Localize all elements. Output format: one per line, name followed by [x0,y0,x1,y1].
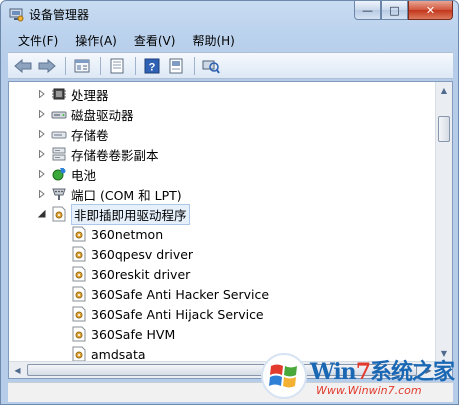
driver-file-icon [71,306,87,322]
scroll-left-arrow-icon[interactable]: ◀ [9,362,26,378]
help-icon[interactable]: ? [141,56,163,76]
tree-category-label: 处理器 [71,87,109,103]
vertical-scroll-thumb[interactable] [438,116,450,142]
tree-driver-label: 360reskit driver [91,266,191,282]
vertical-scrollbar[interactable]: ▲ ▼ [435,82,452,362]
tree-driver-label: 360Safe Anti Hacker Service [91,286,270,302]
menu-action[interactable]: 操作(A) [65,32,124,49]
menu-help[interactable]: 帮助(H) [182,32,241,49]
svg-text:?: ? [149,61,156,73]
device-tree-pane[interactable]: 处理器 磁盘驱动器 存储卷 存储卷卷影副本 电池 端口 (COM 和 LPT) … [8,81,453,379]
toolbar-separator [65,56,66,75]
collapse-arrow-icon[interactable] [37,209,47,219]
window-title: 设备管理器 [29,8,90,22]
storage-volume-icon [51,126,67,142]
toolbar-separator [135,56,136,75]
port-icon [51,186,67,202]
scan-hardware-icon[interactable] [200,56,222,76]
device-tree: 处理器 磁盘驱动器 存储卷 存储卷卷影副本 电池 端口 (COM 和 LPT) … [9,82,437,362]
scroll-up-arrow-icon[interactable]: ▲ [436,82,452,99]
close-button[interactable]: ✕ [408,1,453,20]
tree-driver-item[interactable]: 360qpesv driver [71,244,193,264]
maximize-button[interactable]: □ [381,1,408,20]
disk-drive-icon [51,106,67,122]
tree-driver-item[interactable]: 360netmon [71,224,163,244]
tree-driver-item[interactable]: 360Safe Anti Hacker Service [71,284,269,304]
toolbar: ? [8,52,453,79]
watermark-brand: Win7系统之家 [310,359,455,385]
minimize-button[interactable]: — [354,1,381,20]
expand-arrow-icon[interactable] [37,129,47,139]
expand-arrow-icon[interactable] [37,149,47,159]
tree-driver-label: 360Safe Anti Hijack Service [91,306,264,322]
tree-driver-label: amdsata [91,346,146,362]
shadow-copy-icon [51,146,67,162]
device-manager-app-icon [8,6,24,22]
toolbar-separator [194,56,195,75]
tree-category-label: 磁盘驱动器 [71,107,134,123]
title-bar[interactable]: 设备管理器 — □ ✕ [1,1,458,28]
tree-category-disk-drives[interactable]: 磁盘驱动器 [37,104,134,124]
properties-icon[interactable] [71,56,93,76]
tree-driver-label: 360Safe HVM [91,326,176,342]
forward-arrow-icon[interactable] [36,56,58,76]
device-manager-window: 设备管理器 — □ ✕ 文件(F) 操作(A) 查看(V) 帮助(H) ? 处理… [0,0,459,405]
tree-driver-item[interactable]: 360reskit driver [71,264,190,284]
tree-driver-item[interactable]: 360Safe Anti Hijack Service [71,304,264,324]
menu-bar: 文件(F) 操作(A) 查看(V) 帮助(H) [8,30,453,50]
battery-icon [51,166,67,182]
tree-category-batteries[interactable]: 电池 [37,164,96,184]
back-arrow-icon[interactable] [12,56,34,76]
tree-category-processor[interactable]: 处理器 [37,84,109,104]
tree-category-non-pnp-drivers[interactable]: 非即插即用驱动程序 [37,203,190,225]
expand-arrow-icon[interactable] [37,109,47,119]
site-watermark: Win7系统之家 Www.Winwin7.com [260,350,459,405]
tree-driver-item[interactable]: 360Safe HVM [71,324,175,344]
tree-driver-label: 360qpesv driver [91,246,194,262]
driver-file-icon [71,346,87,362]
non-pnp-driver-icon [51,206,67,222]
toolbar-separator [100,56,101,75]
driver-file-icon [71,246,87,262]
tree-category-label: 电池 [71,167,97,183]
tree-driver-label: 360netmon [91,226,164,242]
expand-arrow-icon[interactable] [37,169,47,179]
expand-arrow-icon[interactable] [37,189,47,199]
processor-icon [51,86,67,102]
menu-view[interactable]: 查看(V) [124,32,183,49]
driver-file-icon [71,266,87,282]
driver-file-icon [71,326,87,342]
tree-category-label: 端口 (COM 和 LPT) [71,187,182,203]
menu-file[interactable]: 文件(F) [8,32,65,49]
tree-category-storage-volumes[interactable]: 存储卷 [37,124,109,144]
tree-category-label: 存储卷 [71,127,109,143]
tree-category-ports[interactable]: 端口 (COM 和 LPT) [37,184,182,204]
driver-file-icon [71,226,87,242]
windows-flag-logo-icon [260,352,308,400]
tree-category-label: 非即插即用驱动程序 [71,203,190,225]
expand-arrow-icon[interactable] [37,89,47,99]
update-icon[interactable] [106,56,128,76]
tree-category-shadow-copies[interactable]: 存储卷卷影副本 [37,144,159,164]
driver-file-icon [71,286,87,302]
watermark-url: Www.Winwin7.com [316,384,422,397]
device-icon[interactable] [165,56,187,76]
tree-category-label: 存储卷卷影副本 [71,147,159,163]
